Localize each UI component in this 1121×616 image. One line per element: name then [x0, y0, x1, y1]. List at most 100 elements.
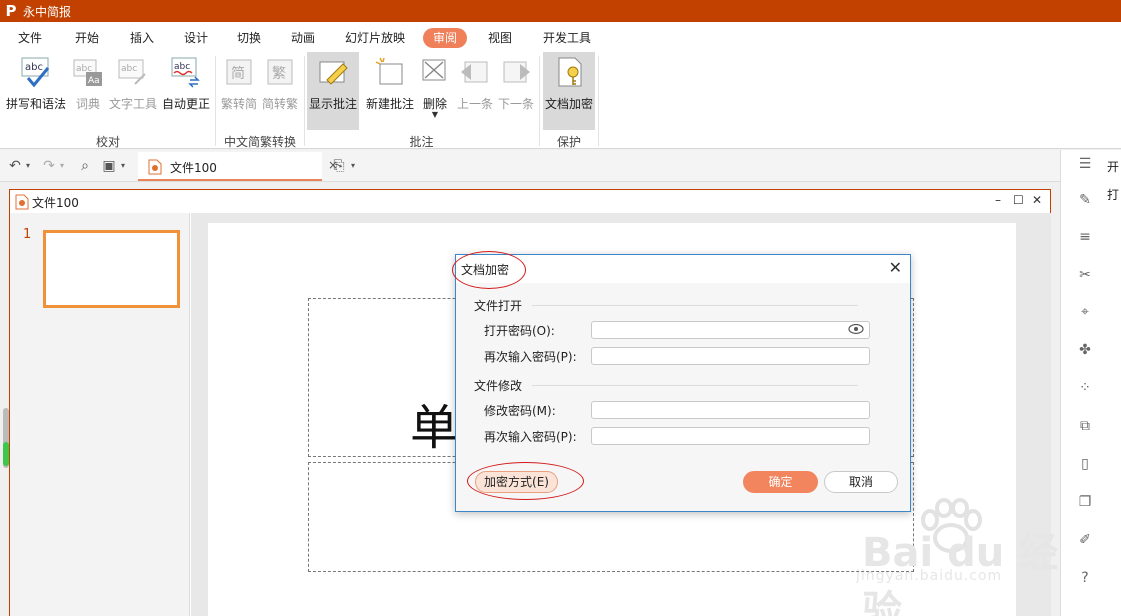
menu-view[interactable]: 视图 [486, 28, 514, 48]
ok-button[interactable]: 确定 [743, 471, 818, 493]
slide-thumbnail-pane: 1 [10, 213, 190, 616]
menu-file[interactable]: 文件 [16, 28, 44, 48]
encrypt-document-icon [558, 57, 582, 87]
right-panel-text-open[interactable]: 开 [1107, 158, 1119, 175]
group-label-chinese-conversion: 中文简繁转换 [223, 135, 296, 149]
section-file-modify: 文件修改 [474, 379, 523, 393]
edit-icon[interactable]: ✐ [1075, 530, 1095, 550]
undo-icon[interactable]: ↶ [6, 157, 24, 175]
app-logo-icon: P [5, 2, 17, 20]
modify-password-confirm-label: 再次输入密码(P): [484, 430, 577, 444]
open-password-input[interactable] [591, 321, 870, 339]
group-separator [539, 56, 540, 146]
chevron-down-icon[interactable]: ▾ [57, 157, 67, 175]
eye-icon[interactable] [848, 323, 864, 335]
group-separator [304, 56, 305, 146]
pencil-icon[interactable]: ✎ [1075, 190, 1095, 210]
apps-icon[interactable]: ⁘ [1075, 378, 1095, 398]
watermark: Bai du 经验 jingyan.baidu.com [856, 498, 1066, 616]
slide-title-text[interactable]: 单 [410, 388, 458, 458]
simp-to-trad-icon: 繁 [267, 59, 293, 85]
autocorrect-button[interactable]: abc 自动更正 [160, 52, 212, 130]
menu-review[interactable]: 审阅 [423, 28, 468, 48]
svg-text:abc: abc [174, 62, 190, 72]
shape-icon[interactable]: ✤ [1075, 340, 1095, 360]
chevron-down-icon[interactable]: ▾ [23, 157, 33, 175]
tab-document-label: 文件100 [170, 161, 217, 175]
group-label-proofing: 校对 [95, 135, 120, 149]
menu-icon[interactable]: ☰ [1075, 154, 1095, 174]
open-password-confirm-label: 再次输入密码(P): [484, 350, 577, 364]
new-comment-icon [375, 57, 403, 85]
pin-icon[interactable]: ⌖ [1075, 302, 1095, 322]
clipboard-icon[interactable]: ▯ [1075, 454, 1095, 474]
menu-animation[interactable]: 动画 [289, 28, 317, 48]
svg-text:Aa: Aa [88, 76, 100, 86]
dictionary-button[interactable]: abc Aa 词典 [70, 52, 106, 130]
new-comment-button[interactable]: 新建批注 [362, 52, 418, 130]
maximize-icon[interactable]: ☐ [1013, 193, 1024, 207]
modify-password-label: 修改密码(M): [484, 404, 556, 418]
modify-password-confirm-input[interactable] [591, 427, 870, 445]
image-edit-icon[interactable]: ⧉ [1075, 416, 1095, 436]
next-comment-button[interactable]: 下一条 [496, 52, 536, 130]
right-side-panel: ☰ 开 打 ✎ ≡ ✂ ⌖ ✤ ⁘ ⧉ ▯ ❐ ✐ ? [1060, 150, 1121, 616]
open-password-confirm-input[interactable] [591, 347, 870, 365]
section-divider [532, 385, 858, 386]
app-titlebar: P 永中简报 [0, 0, 1121, 22]
spellcheck-button[interactable]: abc 拼写和语法 [4, 52, 68, 130]
right-panel-text-open-file[interactable]: 打 [1107, 186, 1119, 203]
text-tools-icon: abc [118, 59, 146, 85]
group-label-protection: 保护 [556, 135, 581, 149]
text-tools-button[interactable]: abc 文字工具 [106, 52, 160, 130]
cancel-button[interactable]: 取消 [824, 471, 898, 493]
previous-comment-button[interactable]: 上一条 [454, 52, 496, 130]
help-icon[interactable]: ? [1075, 568, 1095, 588]
menu-home[interactable]: 开始 [73, 28, 101, 48]
settings-sliders-icon[interactable]: ≡ [1075, 227, 1095, 247]
menu-slideshow[interactable]: 幻灯片放映 [343, 28, 407, 48]
slide-thumbnail[interactable] [43, 230, 180, 308]
menu-developer[interactable]: 开发工具 [541, 28, 593, 48]
tools-icon[interactable]: ✂ [1075, 265, 1095, 285]
section-divider [532, 305, 858, 306]
open-password-label: 打开密码(O): [484, 324, 555, 338]
menu-design[interactable]: 设计 [182, 28, 210, 48]
document-tab-bar: ↶ ▾ ↷ ▾ ⌕ ▣ ▾ 文件100 × ⎘ ▾ [0, 150, 1060, 182]
dictionary-icon: abc Aa [73, 59, 102, 86]
show-comments-button[interactable]: 显示批注 [307, 52, 359, 130]
watermark-url: jingyan.baidu.com [856, 568, 1003, 584]
delete-comment-button[interactable]: 删除 ▼ [418, 52, 452, 130]
presentation-file-icon [15, 194, 29, 210]
encrypt-document-button[interactable]: 文档加密 [543, 52, 595, 130]
minimize-icon[interactable]: – [995, 193, 1001, 207]
modify-password-input[interactable] [591, 401, 870, 419]
chevron-down-icon: ▼ [431, 110, 439, 119]
svg-text:abc: abc [25, 62, 43, 73]
svg-text:abc: abc [121, 64, 137, 74]
delete-comment-icon [422, 59, 446, 81]
close-icon[interactable]: ✕ [1032, 193, 1042, 207]
slide-number: 1 [23, 227, 32, 242]
trad-to-simp-icon: 简 [226, 59, 252, 85]
save-icon[interactable]: ▣ [100, 157, 118, 175]
trad-to-simp-button[interactable]: 简 繁转简 [218, 52, 260, 130]
document-window-title: 文件100 [32, 196, 79, 210]
close-icon[interactable]: ✕ [889, 258, 902, 277]
presentation-file-icon [148, 159, 162, 175]
menu-insert[interactable]: 插入 [128, 28, 156, 48]
svg-text:繁: 繁 [272, 66, 286, 82]
simp-to-trad-button[interactable]: 繁 简转繁 [260, 52, 300, 130]
redo-icon[interactable]: ↷ [40, 157, 58, 175]
tab-document[interactable]: 文件100 × [138, 152, 338, 181]
autocorrect-icon: abc [171, 57, 200, 88]
print-preview-icon[interactable]: ⌕ [76, 157, 94, 175]
previous-comment-icon [461, 61, 488, 83]
new-slide-icon[interactable]: ⎘ [330, 157, 348, 175]
annotation-ring-dialog-title [452, 251, 526, 289]
chevron-down-icon[interactable]: ▾ [118, 157, 128, 175]
menu-transition[interactable]: 切换 [235, 28, 263, 48]
chevron-down-icon[interactable]: ▾ [348, 157, 358, 175]
document-window-titlebar: 文件100 – ☐ ✕ [10, 190, 1050, 213]
copy-icon[interactable]: ❐ [1075, 492, 1095, 512]
